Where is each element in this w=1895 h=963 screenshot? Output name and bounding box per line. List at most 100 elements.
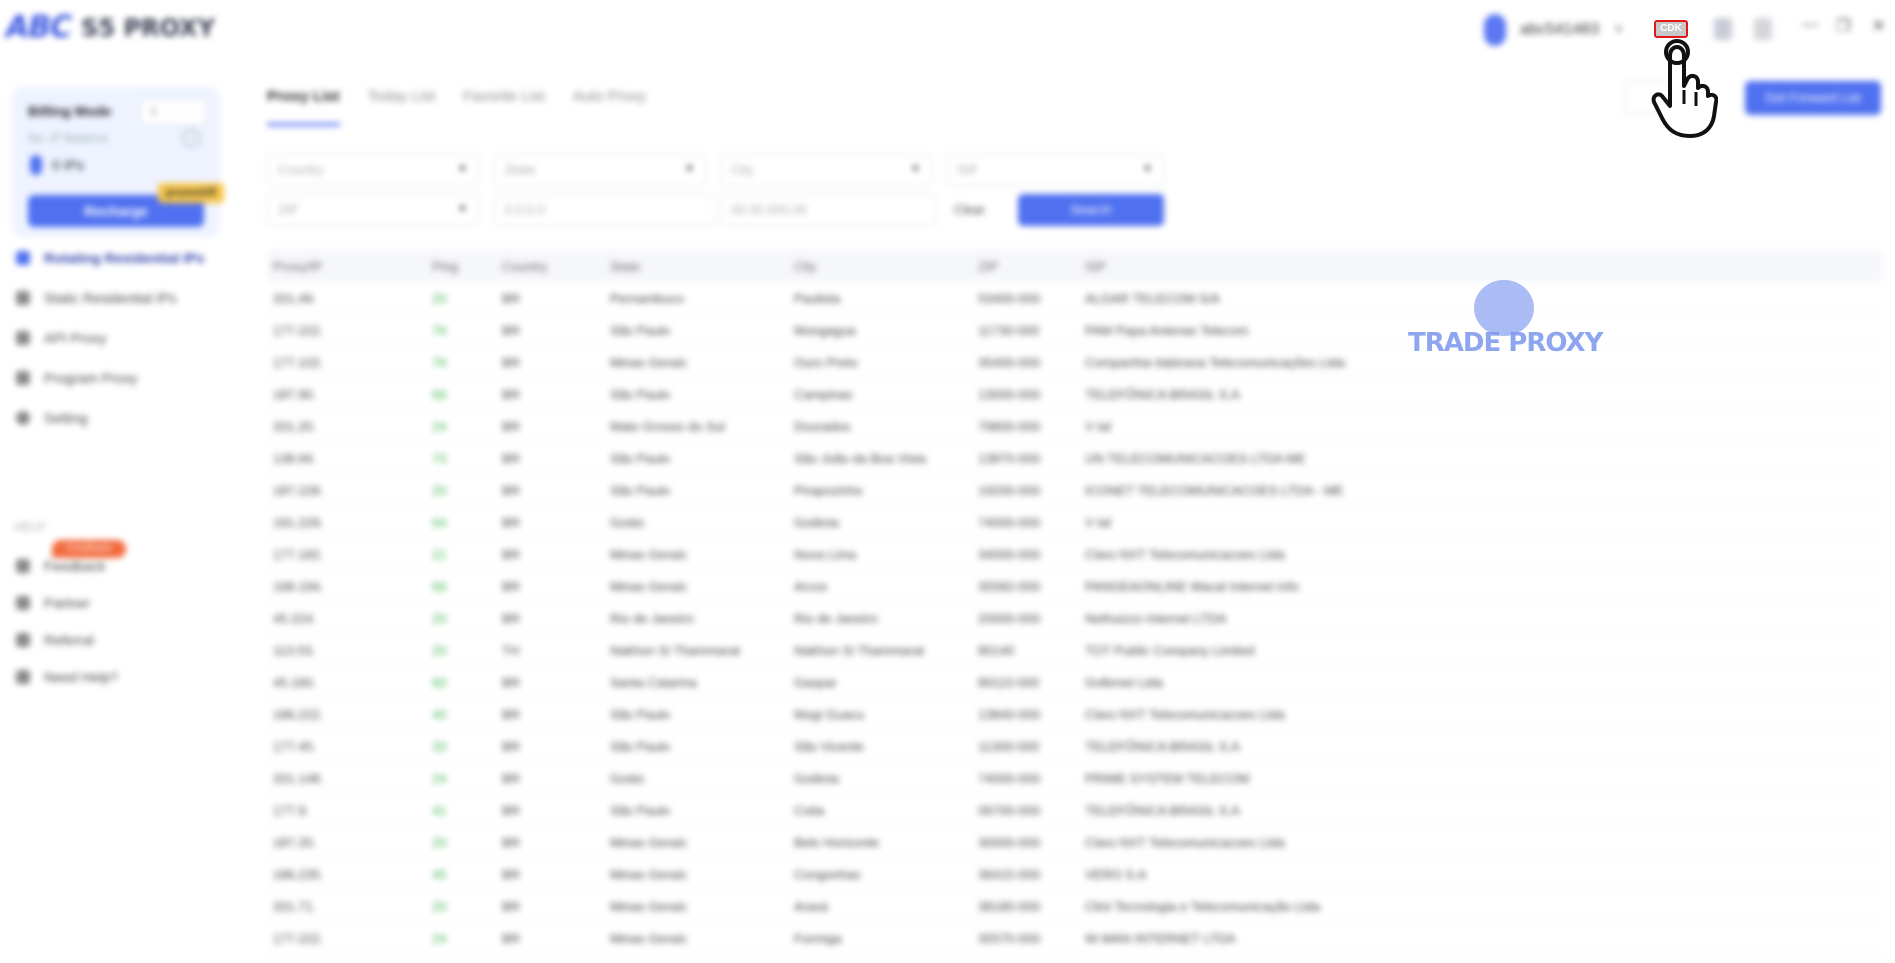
table-row[interactable]: 186.235. 45 BR Minas Gerais Congonhas 36415-0… bbox=[267, 858, 1882, 890]
country-select[interactable]: Country ▼ bbox=[267, 154, 479, 186]
table-row[interactable]: 177.182. 21 BR Minas Gerais Nova Lima 34000-0… bbox=[267, 538, 1882, 570]
city-select[interactable]: City ▼ bbox=[720, 154, 932, 186]
table-row[interactable]: 187.90. 66 BR São Paulo Campinas 13000-000 TEL… bbox=[267, 378, 1882, 410]
sidebar-item-api-proxy[interactable]: API Proxy bbox=[16, 330, 106, 346]
zip-select[interactable]: ZIP ▼ bbox=[267, 194, 479, 226]
cell-city: Nakhon Si Thammarat bbox=[794, 643, 924, 658]
sidebar-item-referral[interactable]: Referral bbox=[16, 632, 94, 648]
cell-isp: ICONET TELECOMUNICACOES LTDA - ME bbox=[1085, 483, 1344, 498]
chevron-down-icon: ▼ bbox=[684, 163, 695, 175]
table-row[interactable]: 187.20. 20 BR Minas Gerais Belo Horizonte 300… bbox=[267, 826, 1882, 858]
notification-icon[interactable] bbox=[1754, 18, 1772, 40]
cell-country: BR bbox=[502, 579, 521, 594]
cell-ping: 33 bbox=[432, 739, 447, 754]
minimize-icon[interactable]: — bbox=[1802, 16, 1818, 34]
table-row[interactable]: 45.224. 20 BR Rio de Janeiro Rio de Janeiro 2… bbox=[267, 602, 1882, 634]
cell-ip: 177.45. bbox=[273, 739, 317, 754]
sidebar-item-program-proxy[interactable]: Program Proxy bbox=[16, 370, 137, 386]
state-select[interactable]: State ▼ bbox=[494, 154, 706, 186]
table-row[interactable]: 187.228. 20 BR São Paulo Pirapozinho 19200-00… bbox=[267, 474, 1882, 506]
table-row[interactable]: 201.20. 24 BR Mato Grosso do Sul Dourados 798… bbox=[267, 410, 1882, 442]
table-row[interactable]: 177.9. 41 BR São Paulo Cotia 06700-000 TELEFÔN… bbox=[267, 794, 1882, 826]
table-row[interactable]: 177.102. 76 BR Minas Gerais Ouro Preto 35400-… bbox=[267, 346, 1882, 378]
clear-button[interactable]: Clear bbox=[954, 202, 985, 217]
column-header-ip[interactable]: Proxy/IP bbox=[273, 259, 322, 274]
cell-city: São João da Boa Vista bbox=[794, 451, 927, 466]
table-row[interactable]: 113.53. 20 TH Nakhon Si Thammarat Nakhon Si … bbox=[267, 634, 1882, 666]
column-header-country[interactable]: Country bbox=[502, 259, 548, 274]
sidebar-item-label: Partner bbox=[44, 595, 90, 611]
tab-proxy-list[interactable]: Proxy List bbox=[267, 88, 340, 126]
hot-badge: Feedback bbox=[52, 540, 126, 558]
column-header-isp[interactable]: ISP bbox=[1085, 259, 1106, 274]
sidebar-item-static-residential[interactable]: Static Residential IPs bbox=[16, 290, 176, 306]
close-icon[interactable]: ✕ bbox=[1872, 16, 1885, 36]
sidebar-item-feedback[interactable]: Feedback bbox=[16, 558, 105, 574]
column-header-city[interactable]: City bbox=[794, 259, 816, 274]
cell-state: São Paulo bbox=[610, 483, 670, 498]
tab-auto-proxy[interactable]: Auto Proxy bbox=[573, 88, 646, 126]
column-header-ping[interactable]: Ping bbox=[432, 259, 458, 274]
main-panel: Proxy List Today List Favorite List Auto… bbox=[242, 54, 1895, 963]
sidebar-item-label: Static Residential IPs bbox=[44, 290, 177, 306]
tab-favorite-list[interactable]: Favorite List bbox=[463, 88, 545, 126]
table-row[interactable]: 45.160. 60 BR Santa Catarina Gaspar 89110-000… bbox=[267, 666, 1882, 698]
cdk-button[interactable]: CDK bbox=[1654, 20, 1688, 38]
user-menu[interactable]: abc541483 ▼ bbox=[1484, 14, 1624, 46]
sidebar-item-rotating-residential[interactable]: Rotating Residential IPs bbox=[16, 250, 204, 266]
table-row[interactable]: 177.222. 24 BR Minas Gerais Formiga 35570-000… bbox=[267, 922, 1882, 954]
get-forward-list-button[interactable]: Get Forward List bbox=[1745, 81, 1881, 115]
restore-icon[interactable]: ❐ bbox=[1836, 16, 1850, 36]
user-name: abc541483 bbox=[1520, 21, 1600, 38]
cell-ping: 24 bbox=[432, 771, 447, 786]
table-row[interactable]: 201.49. 20 BR Pernambuco Paulista 53400-000 AL… bbox=[267, 282, 1882, 314]
sidebar-item-partner[interactable]: Partner bbox=[16, 595, 90, 611]
cell-country: BR bbox=[502, 803, 521, 818]
billing-mode-select[interactable]: ∨ bbox=[140, 99, 206, 125]
table-row[interactable]: 138.94. 73 BR São Paulo São João da Boa Vist… bbox=[267, 442, 1882, 474]
tab-today-list[interactable]: Today List bbox=[368, 88, 436, 126]
column-header-state[interactable]: State bbox=[610, 259, 640, 274]
cell-zip: 89110-000 bbox=[978, 675, 1040, 690]
sidebar-item-label: API Proxy bbox=[44, 330, 107, 346]
table-row[interactable]: 177.222. 76 BR São Paulo Mongagua 11730-000 PA… bbox=[267, 314, 1882, 346]
cell-zip: 38180-000 bbox=[978, 899, 1041, 914]
cell-ip: 113.53. bbox=[273, 643, 316, 658]
cell-ip: 45.160. bbox=[273, 675, 317, 690]
cell-city: Formiga bbox=[794, 931, 842, 946]
cell-ping: 21 bbox=[432, 547, 447, 562]
table-row[interactable]: 201.71. 20 BR Minas Gerais Araxá 38180-000 Cli… bbox=[267, 890, 1882, 922]
cell-ping: 41 bbox=[432, 803, 447, 818]
ip-balance: 0 IPs bbox=[30, 155, 84, 175]
isp-select[interactable]: ISP ▼ bbox=[946, 154, 1164, 186]
cell-isp: Claro NXT Telecomunicacoes Ltda bbox=[1085, 707, 1285, 722]
cell-ping: 66 bbox=[432, 579, 447, 594]
cell-ping: 40 bbox=[432, 707, 447, 722]
sidebar-item-setting[interactable]: Setting bbox=[16, 410, 88, 426]
info-icon[interactable]: i bbox=[182, 129, 200, 147]
ip-from-input[interactable]: 0.0.0.0 bbox=[494, 194, 716, 226]
cell-city: Congonhas bbox=[794, 867, 861, 882]
sidebar-item-need-help[interactable]: Need Help? bbox=[16, 669, 118, 685]
cell-state: Minas Gerais bbox=[610, 547, 687, 562]
table-row[interactable]: 168.194. 66 BR Minas Gerais Arcos 35582-000 PA… bbox=[267, 570, 1882, 602]
table-row[interactable]: 191.229. 64 BR Goiás Goiânia 74000-000 V tal bbox=[267, 506, 1882, 538]
table-row[interactable]: 201.148. 24 BR Goiás Goiânia 74000-000 PRIME S… bbox=[267, 762, 1882, 794]
table-row[interactable]: 177.45. 33 BR São Paulo São Vicente 11300-000… bbox=[267, 730, 1882, 762]
cell-ip: 187.228. bbox=[273, 483, 324, 498]
cell-isp: VERO S.A bbox=[1085, 867, 1147, 882]
cell-city: Nova Lima bbox=[794, 547, 857, 562]
search-button[interactable]: Search bbox=[1018, 194, 1164, 226]
app-logo: ABC S5 PROXY bbox=[6, 10, 215, 45]
table-row[interactable]: 186.222. 40 BR São Paulo Mogi Guacu 13840-000… bbox=[267, 698, 1882, 730]
table-body: 201.49. 20 BR Pernambuco Paulista 53400-000 AL… bbox=[267, 282, 1882, 954]
ip-to-input[interactable]: 00.00.000.00 bbox=[720, 194, 936, 226]
document-icon[interactable] bbox=[1714, 18, 1732, 40]
chevron-down-icon: ▼ bbox=[457, 203, 468, 215]
ip-icon bbox=[30, 155, 42, 175]
column-header-zip[interactable]: ZIP bbox=[978, 259, 998, 274]
cell-state: Minas Gerais bbox=[610, 931, 687, 946]
cell-zip: 30000-000 bbox=[978, 835, 1041, 850]
cell-country: BR bbox=[502, 547, 521, 562]
cell-isp: UN TELECOMUNICACOES LTDA ME bbox=[1085, 451, 1306, 466]
